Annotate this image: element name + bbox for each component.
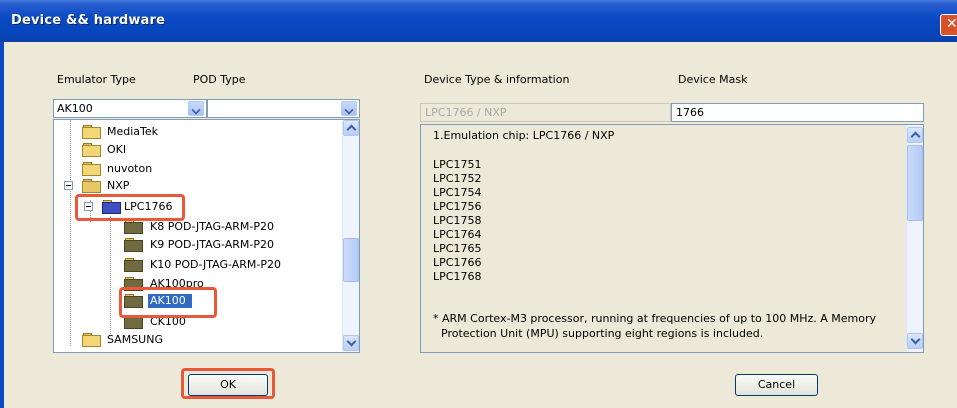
info-line: LPC1758 xyxy=(433,214,482,227)
folder-icon xyxy=(82,333,101,347)
window-title: Device && hardware xyxy=(11,13,166,28)
scroll-up-icon[interactable] xyxy=(907,127,923,143)
chevron-down-icon[interactable] xyxy=(188,101,204,116)
close-button[interactable]: ✕ xyxy=(940,14,957,36)
highlight-ak100 xyxy=(119,287,217,318)
scroll-down-icon[interactable] xyxy=(907,333,923,349)
info-line: LPC1756 xyxy=(433,200,482,213)
chevron-down-icon[interactable] xyxy=(341,101,357,116)
tree-scrollbar[interactable] xyxy=(342,120,359,352)
pod-folder-icon xyxy=(124,238,143,252)
cancel-button[interactable]: Cancel xyxy=(735,374,818,396)
info-line: LPC1764 xyxy=(433,228,482,241)
emulator-type-label: Emulator Type xyxy=(57,73,136,86)
info-line: LPC1768 xyxy=(433,270,482,283)
info-line: LPC1754 xyxy=(433,186,482,199)
device-type-field: LPC1766 / NXP xyxy=(420,103,671,122)
scroll-thumb[interactable] xyxy=(907,145,923,221)
close-icon: ✕ xyxy=(946,16,957,32)
device-info-box[interactable]: 1.Emulation chip: LPC1766 / NXP LPC1751 … xyxy=(420,124,924,353)
highlight-lpc1766 xyxy=(75,194,185,221)
folder-icon xyxy=(82,179,101,193)
window-border xyxy=(0,42,4,408)
info-line: LPC1765 xyxy=(433,242,482,255)
pod-folder-icon xyxy=(124,258,143,272)
folder-icon xyxy=(82,125,101,139)
device-type-label: Device Type & information xyxy=(424,73,570,86)
emulator-type-value: AK100 xyxy=(57,102,93,115)
device-hardware-dialog: Device && hardware ✕ Emulator Type POD T… xyxy=(0,0,957,408)
info-line: LPC1751 xyxy=(433,158,482,171)
info-line: LPC1766 xyxy=(433,256,482,269)
device-mask-field[interactable]: 1766 xyxy=(671,103,924,122)
scroll-thumb[interactable] xyxy=(343,238,359,282)
info-scrollbar[interactable] xyxy=(906,125,923,352)
scroll-down-icon[interactable] xyxy=(343,335,359,351)
ok-button[interactable]: OK xyxy=(188,374,268,396)
collapse-icon[interactable] xyxy=(64,181,73,190)
title-bar: Device && hardware ✕ xyxy=(0,0,957,42)
folder-icon xyxy=(82,143,101,157)
pod-type-select[interactable] xyxy=(207,99,360,118)
pod-folder-icon xyxy=(124,220,143,234)
device-mask-label: Device Mask xyxy=(678,73,748,86)
folder-icon xyxy=(82,162,101,176)
info-line: LPC1752 xyxy=(433,172,482,185)
info-line: Protection Unit (MPU) supporting eight r… xyxy=(441,327,764,340)
info-line: 1.Emulation chip: LPC1766 / NXP xyxy=(433,129,615,142)
pod-type-label: POD Type xyxy=(193,73,246,86)
info-line: * ARM Cortex-M3 processor, running at fr… xyxy=(433,312,877,325)
emulator-type-select[interactable]: AK100 xyxy=(53,99,207,118)
scroll-up-icon[interactable] xyxy=(343,120,359,136)
